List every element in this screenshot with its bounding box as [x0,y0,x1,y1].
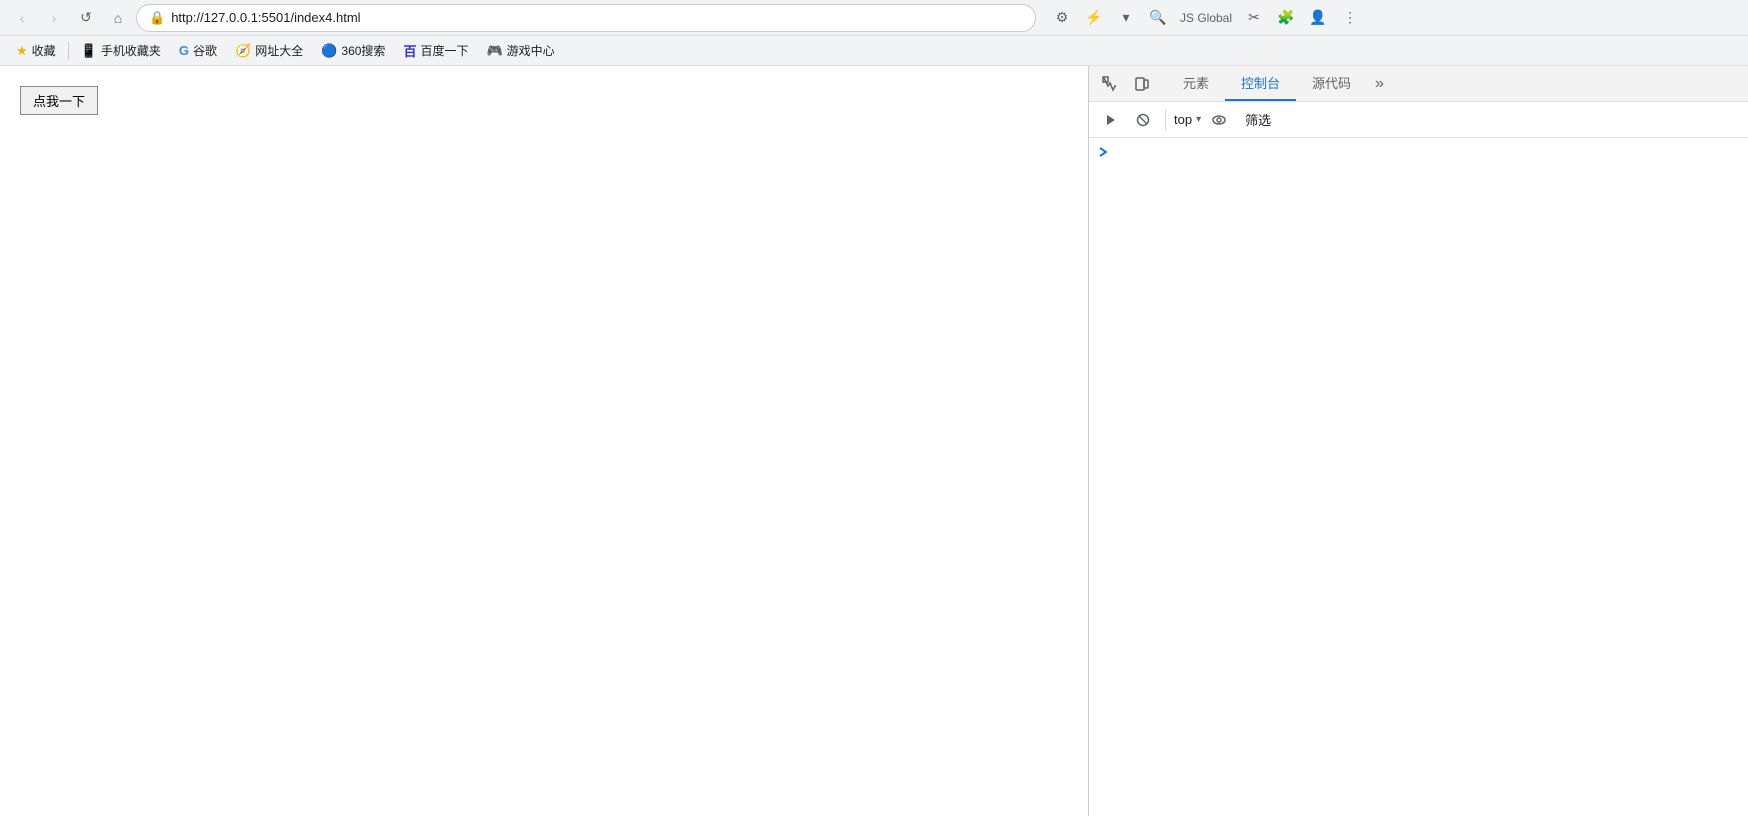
bookmark-urls[interactable]: 🧭 网址大全 [227,40,311,61]
devtools-left-icons [1089,69,1163,99]
devtools-panel: 元素 控制台 源代码 » [1088,66,1748,816]
bookmark-mobile-label: 手机收藏夹 [101,42,161,59]
bookmark-baidu[interactable]: 百 百度一下 [395,39,476,62]
tab-sources[interactable]: 源代码 [1296,66,1367,101]
tab-console[interactable]: 控制台 [1225,66,1296,101]
menu-button[interactable]: ⋮ [1336,4,1364,32]
bookmark-360[interactable]: 🔵 360搜索 [313,40,393,61]
live-expressions-button[interactable] [1205,106,1233,134]
lock-icon: 🔒 [149,10,165,26]
star-icon: ★ [16,43,28,59]
back-button[interactable]: ‹ [8,4,36,32]
inspect-element-button[interactable] [1095,69,1125,99]
main-area: 点我一下 元 [0,66,1748,816]
reload-button[interactable]: ↺ [72,4,100,32]
baidu-icon: 百 [403,41,416,60]
console-line-1 [1089,142,1748,164]
bookmark-separator [68,42,69,60]
toolbar-separator [1165,110,1166,130]
devtools-tab-bar: 元素 控制台 源代码 » [1089,66,1748,102]
click-me-button[interactable]: 点我一下 [20,86,98,115]
url-text: http://127.0.0.1:5501/index4.html [171,10,1023,25]
device-toolbar-button[interactable] [1127,69,1157,99]
bookmark-google[interactable]: G 谷歌 [171,40,225,61]
address-bar[interactable]: 🔒 http://127.0.0.1:5501/index4.html [136,4,1036,32]
more-tabs-button[interactable]: » [1367,66,1392,101]
home-button[interactable]: ⌂ [104,4,132,32]
toolbar-right: ⚙ ⚡ ▾ 🔍 JS Global ✂ 🧩 👤 ⋮ [1048,4,1364,32]
context-value: top [1174,112,1192,127]
profile-button[interactable]: 👤 [1304,4,1332,32]
devtools-tab-list: 元素 控制台 源代码 » [1163,66,1396,101]
bookmark-360-label: 360搜索 [341,42,385,59]
bookmark-favorites[interactable]: ★ 收藏 [8,40,64,61]
clear-console-button[interactable] [1129,106,1157,134]
bookmark-games[interactable]: 🎮 游戏中心 [478,40,562,61]
lightning-button[interactable]: ⚡ [1080,4,1108,32]
bookmarks-bar: ★ 收藏 📱 手机收藏夹 G 谷歌 🧭 网址大全 🔵 360搜索 百 百度一下 … [0,36,1748,66]
games-icon: 🎮 [486,43,502,59]
bookmark-urls-label: 网址大全 [255,42,303,59]
mobile-icon: 📱 [81,43,97,59]
bookmark-mobile-favorites[interactable]: 📱 手机收藏夹 [73,40,169,61]
bookmark-baidu-label: 百度一下 [420,42,468,59]
bookmark-games-label: 游戏中心 [507,42,555,59]
globe-icon: 🧭 [235,43,251,59]
tab-elements[interactable]: 元素 [1167,66,1225,101]
bookmarks-label: 收藏 [32,42,56,59]
filter-button[interactable]: 筛选 [1237,108,1279,131]
extensions-button[interactable]: ⚙ [1048,4,1076,32]
forward-button[interactable]: › [40,4,68,32]
360-icon: 🔵 [321,43,337,59]
console-chevron-icon[interactable] [1097,146,1109,161]
run-snippet-button[interactable] [1097,106,1125,134]
bookmark-google-label: 谷歌 [193,42,217,59]
js-global-label: JS Global [1180,11,1232,25]
scissors-button[interactable]: ✂ [1240,4,1268,32]
devtools-console-toolbar: top ▾ 筛选 [1089,102,1748,138]
dropdown-button[interactable]: ▾ [1112,4,1140,32]
extensions2-button[interactable]: 🧩 [1272,4,1300,32]
browser-toolbar: ‹ › ↺ ⌂ 🔒 http://127.0.0.1:5501/index4.h… [0,0,1748,36]
search-button[interactable]: 🔍 [1144,4,1172,32]
context-selector[interactable]: top ▾ [1174,112,1201,127]
devtools-console [1089,138,1748,816]
google-icon: G [179,43,189,58]
page-content: 点我一下 [0,66,1088,816]
context-selector-arrow: ▾ [1196,114,1201,125]
